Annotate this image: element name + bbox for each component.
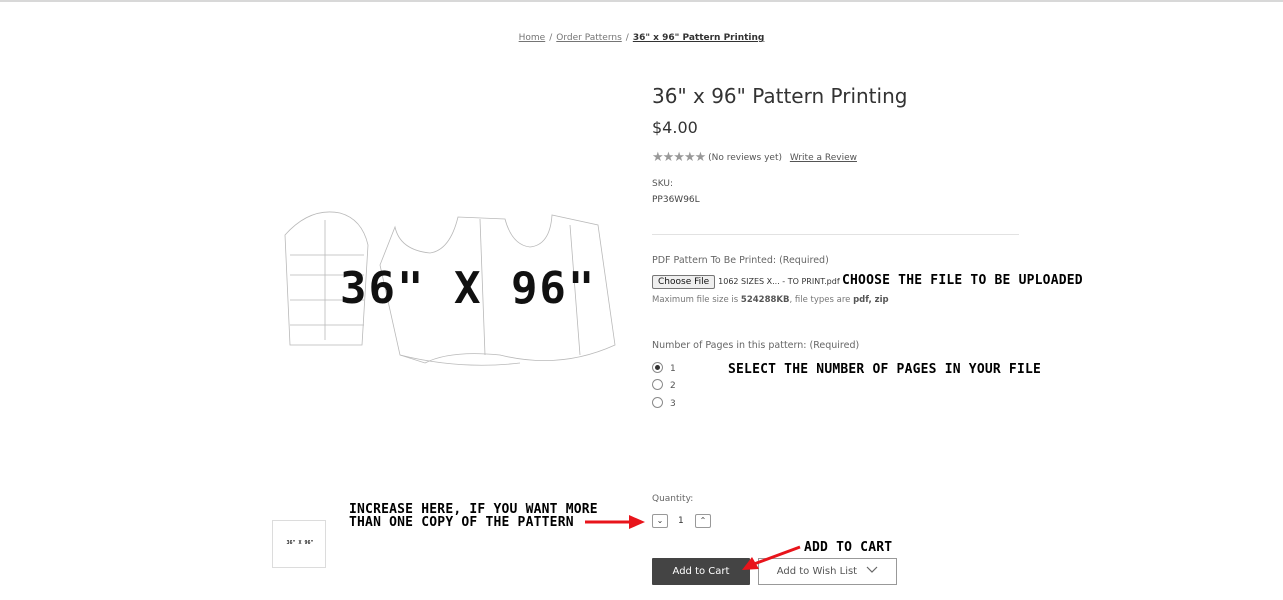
file-upload-field: Choose File 1062 SIZES X... - TO PRINT.pd…: [652, 275, 840, 289]
help-mid: , file types are: [789, 295, 854, 305]
sku-value: PP36W96L: [652, 195, 700, 205]
red-arrow-icon: [742, 545, 801, 570]
radio-checked-icon[interactable]: [652, 362, 663, 373]
quantity-value[interactable]: 1: [678, 516, 684, 526]
divider: [652, 234, 1019, 235]
product-main-image[interactable]: 36" X 96": [280, 205, 620, 375]
chevron-up-icon: ⌃: [699, 516, 707, 525]
write-review-link[interactable]: Write a Review: [790, 153, 857, 163]
annotation-add-to-cart: Add to cart: [804, 540, 893, 555]
pages-option-label: 3: [670, 399, 676, 409]
radio-unchecked-icon[interactable]: [652, 397, 663, 408]
annotation-increase-line2: than one copy of the pattern: [349, 515, 574, 530]
annotation-choose-file: Choose the file to be uploaded: [842, 273, 1083, 288]
quantity-increase-button[interactable]: ⌃: [695, 514, 711, 528]
help-types: pdf, zip: [853, 295, 889, 305]
product-thumbnail[interactable]: 36" X 96": [272, 520, 326, 568]
rating-stars-icon: ★★★★★: [652, 150, 706, 165]
sku-label: SKU:: [652, 179, 673, 189]
reviews-count-text: (No reviews yet): [708, 153, 782, 163]
pages-option-2[interactable]: 2: [652, 379, 676, 391]
breadcrumb-order-patterns-link[interactable]: Order Patterns: [556, 33, 622, 43]
pages-option-1[interactable]: 1: [652, 362, 676, 374]
pages-option-label: 1: [670, 364, 676, 374]
add-to-cart-button[interactable]: Add to Cart: [652, 558, 750, 585]
choose-file-button[interactable]: Choose File: [652, 275, 716, 289]
rating-row: ★★★★★ (No reviews yet) Write a Review: [652, 150, 857, 165]
radio-unchecked-icon[interactable]: [652, 379, 663, 390]
help-prefix: Maximum file size is: [652, 295, 741, 305]
quantity-decrease-button[interactable]: ⌄: [652, 514, 668, 528]
breadcrumb-separator: /: [549, 33, 553, 43]
product-price: $4.00: [652, 118, 698, 137]
chevron-down-icon: [866, 566, 878, 573]
quantity-label: Quantity:: [652, 494, 694, 504]
breadcrumb-separator: /: [625, 33, 629, 43]
breadcrumb: Home / Order Patterns/36" x 96" Pattern Pr…: [0, 33, 1283, 43]
pages-option-label: 2: [670, 381, 676, 391]
annotation-select-pages: Select the number of pages in your file: [728, 362, 1042, 377]
product-title: 36" x 96" Pattern Printing: [652, 84, 908, 108]
pages-option-3[interactable]: 3: [652, 397, 676, 409]
file-upload-label: PDF Pattern To Be Printed: (Required): [652, 255, 829, 266]
selected-file-name: 1062 SIZES X... - TO PRINT.pdf: [718, 277, 840, 286]
top-border: [0, 0, 1283, 2]
chevron-down-icon: ⌄: [656, 516, 664, 525]
thumbnail-size-label: 36" X 96": [286, 540, 314, 546]
help-size: 524288KB: [740, 295, 790, 305]
file-upload-help: Maximum file size is 524288KB, file type…: [652, 295, 889, 305]
red-arrow-icon: [585, 515, 645, 529]
pages-label: Number of Pages in this pattern: (Requir…: [652, 340, 860, 351]
breadcrumb-home-link[interactable]: Home: [519, 33, 546, 43]
breadcrumb-current-link[interactable]: 36" x 96" Pattern Printing: [633, 33, 765, 43]
product-image-size-label: 36" X 96": [340, 263, 597, 314]
